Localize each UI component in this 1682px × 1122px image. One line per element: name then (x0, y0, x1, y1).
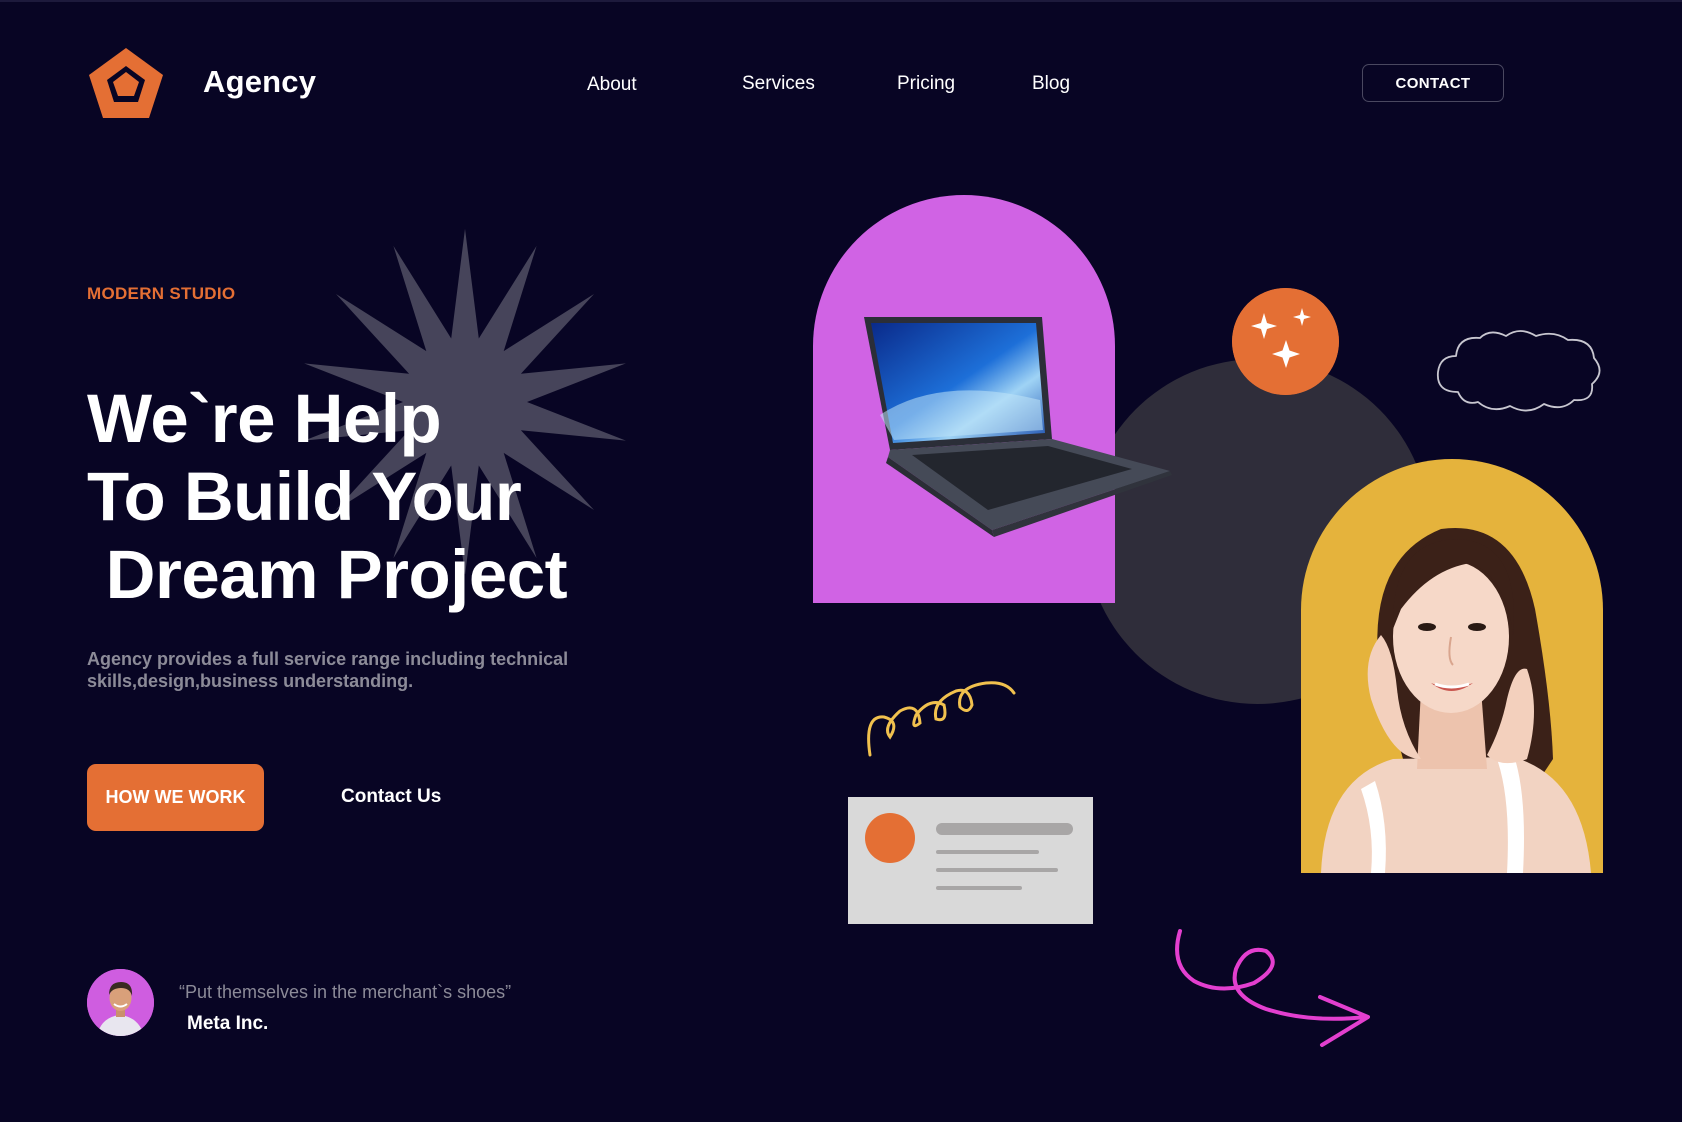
woman-portrait (1321, 528, 1591, 873)
profile-card (848, 797, 1093, 924)
pentagon-logo-icon[interactable] (87, 46, 165, 120)
nav-blog[interactable]: Blog (1032, 73, 1070, 95)
headline-line-1: We`re Help (87, 380, 442, 457)
nav-about[interactable]: About (587, 74, 637, 96)
hero-description: Agency provides a full service range inc… (87, 649, 569, 691)
contact-us-link[interactable]: Contact Us (341, 786, 441, 808)
laptop-image (864, 317, 1172, 537)
squiggle-doodle (867, 681, 1016, 757)
brand-name[interactable]: Agency (203, 64, 316, 100)
nav-pricing[interactable]: Pricing (897, 73, 955, 95)
yellow-arch (1301, 459, 1603, 873)
contact-button[interactable]: CONTACT (1362, 64, 1504, 102)
card-text-line-3 (936, 886, 1022, 890)
avatar (87, 969, 154, 1036)
how-we-work-button[interactable]: HOW WE WORK (87, 764, 264, 831)
testimonial-quote: “Put themselves in the merchant`s shoes” (179, 982, 512, 1002)
cloud-doodle (1436, 330, 1601, 412)
card-avatar-dot (865, 813, 915, 863)
testimonial-author: Meta Inc. (187, 1013, 269, 1034)
nav-services[interactable]: Services (742, 73, 815, 95)
person-avatar-icon (87, 969, 154, 1036)
sparkle-icon (1232, 288, 1339, 395)
card-title-line (936, 823, 1073, 835)
eyebrow-label: MODERN STUDIO (87, 284, 236, 303)
hero-headline: We`re Help To Build Your Dream Project (87, 380, 568, 614)
headline-line-3: Dream Project (87, 536, 568, 613)
card-text-line-2 (936, 868, 1058, 872)
card-text-line-1 (936, 850, 1039, 854)
top-border (0, 0, 1682, 2)
headline-line-2: To Build Your (87, 458, 522, 535)
curly-arrow-icon (1175, 929, 1370, 1047)
